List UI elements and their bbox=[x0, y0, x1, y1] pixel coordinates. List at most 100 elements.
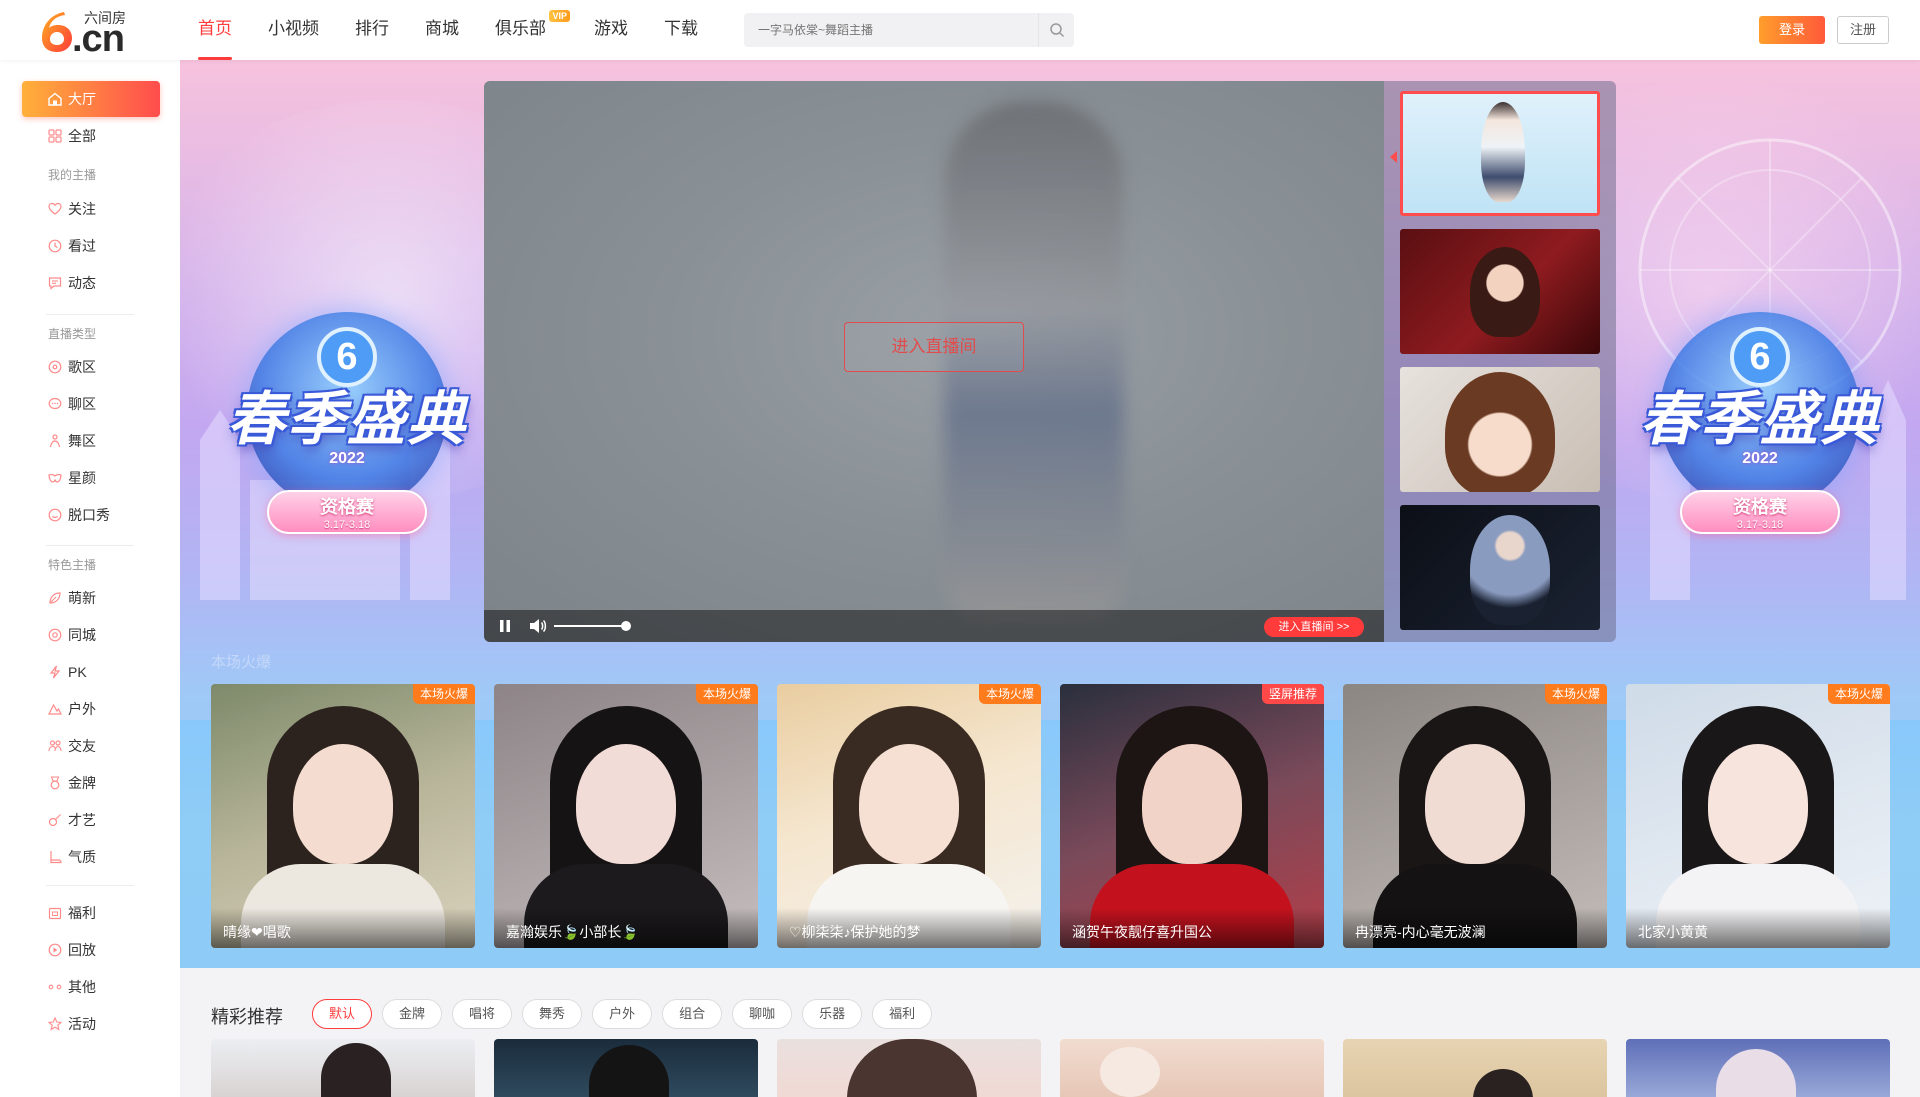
filter-tab-dance[interactable]: 舞秀 bbox=[522, 999, 583, 1029]
smile-icon bbox=[48, 508, 62, 522]
sidebar-item-newbie[interactable]: 萌新 bbox=[22, 580, 160, 616]
nav-mall[interactable]: 商城 bbox=[425, 0, 459, 60]
filter-tab-singer[interactable]: 唱将 bbox=[452, 999, 513, 1029]
anchor-card[interactable]: 竖屏推荐 涵贺午夜靓仔喜升国公 bbox=[1060, 684, 1324, 948]
chat-bubble-icon bbox=[48, 397, 62, 410]
anchor-name: 涵贺午夜靓仔喜升国公 bbox=[1060, 908, 1324, 948]
sidebar-item-label: 福利 bbox=[68, 905, 96, 921]
top-header: 六间房 .cn 首页 小视频 排行 商城 俱乐部 VIP 游戏 下载 登录 注册 bbox=[0, 0, 1920, 60]
live-thumbnail[interactable] bbox=[1400, 91, 1600, 216]
sidebar-item-label: 全部 bbox=[68, 128, 96, 144]
medal-icon bbox=[50, 776, 60, 790]
anchor-card[interactable]: 本场火爆 北家小黄黄 bbox=[1626, 684, 1890, 948]
sidebar-item-label: 脱口秀 bbox=[68, 507, 110, 523]
sidebar-item-all[interactable]: 全部 bbox=[22, 118, 160, 154]
nav-download[interactable]: 下载 bbox=[664, 0, 698, 60]
recommend-card[interactable] bbox=[1626, 1039, 1890, 1097]
live-video-player[interactable]: 进入直播间 进入直播间 >> bbox=[484, 81, 1384, 642]
volume-icon[interactable] bbox=[529, 618, 547, 634]
search-button[interactable] bbox=[1038, 13, 1074, 47]
calendar-icon bbox=[48, 907, 62, 920]
sidebar-item-other[interactable]: 其他 bbox=[22, 969, 160, 1005]
filter-tab-instrument[interactable]: 乐器 bbox=[802, 999, 863, 1029]
login-button[interactable]: 登录 bbox=[1759, 16, 1825, 44]
anchor-name: 嘉瀚娱乐🍃小部长🍃 bbox=[494, 908, 758, 948]
nav-home[interactable]: 首页 bbox=[198, 0, 232, 60]
hot-section-title: 本场火爆 bbox=[211, 654, 272, 671]
recommend-card[interactable] bbox=[777, 1039, 1041, 1097]
sidebar-section-my: 我的主播 bbox=[48, 168, 97, 182]
anchor-card[interactable]: 本场火爆 晴缘❤唱歌 bbox=[211, 684, 475, 948]
recommend-card[interactable] bbox=[1060, 1039, 1324, 1097]
sidebar-item-replay[interactable]: 回放 bbox=[22, 932, 160, 968]
filter-tab-outdoor[interactable]: 户外 bbox=[592, 999, 653, 1029]
nav-games[interactable]: 游戏 bbox=[594, 0, 628, 60]
friends-icon bbox=[48, 740, 62, 752]
pause-icon[interactable] bbox=[498, 619, 512, 633]
search-input[interactable] bbox=[744, 13, 1040, 47]
boot-icon bbox=[50, 851, 62, 864]
recommend-card[interactable] bbox=[494, 1039, 758, 1097]
anchor-card[interactable]: 本场火爆 冉漂亮-内心毫无波澜 bbox=[1343, 684, 1607, 948]
live-thumbnail[interactable] bbox=[1400, 229, 1600, 354]
clock-icon bbox=[48, 239, 62, 253]
leaf-icon bbox=[49, 592, 61, 604]
event-stage-pill: 资格赛 3.17-3.18 bbox=[1680, 490, 1840, 534]
recommend-card[interactable] bbox=[1343, 1039, 1607, 1097]
sidebar-item-label: 看过 bbox=[68, 238, 96, 254]
sidebar-item-label: 大厅 bbox=[68, 91, 96, 107]
replay-icon bbox=[48, 943, 62, 957]
mask-icon bbox=[48, 473, 62, 483]
event-badge-left[interactable]: 6 春季盛典 2022 资格赛 3.17-3.18 bbox=[212, 282, 482, 582]
sidebar-item-feed[interactable]: 动态 bbox=[22, 265, 160, 301]
sidebar-item-beauty[interactable]: 星颜 bbox=[22, 460, 160, 496]
event-badge-right[interactable]: 6 春季盛典 2022 资格赛 3.17-3.18 bbox=[1625, 282, 1895, 582]
sidebar-item-label: 歌区 bbox=[68, 359, 96, 375]
sidebar-item-elegance[interactable]: 气质 bbox=[22, 839, 160, 875]
sidebar-section-features: 特色主播 bbox=[48, 558, 97, 572]
live-thumbnail[interactable] bbox=[1400, 505, 1600, 630]
anchor-card[interactable]: 本场火爆 ♡柳柒柒♪保护她的梦 bbox=[777, 684, 1041, 948]
filter-tab-gold[interactable]: 金牌 bbox=[382, 999, 443, 1029]
volume-slider[interactable] bbox=[554, 625, 626, 627]
filter-tab-welfare[interactable]: 福利 bbox=[872, 999, 933, 1029]
register-button[interactable]: 注册 bbox=[1837, 16, 1889, 44]
sidebar-item-local[interactable]: 同城 bbox=[22, 617, 160, 653]
guitar-icon bbox=[48, 814, 61, 827]
live-thumbnail[interactable] bbox=[1400, 367, 1600, 492]
sidebar-item-hall[interactable]: 大厅 bbox=[22, 81, 160, 117]
anchor-name: 冉漂亮-内心毫无波澜 bbox=[1343, 908, 1607, 948]
site-logo[interactable]: 六间房 .cn bbox=[38, 8, 138, 58]
vip-badge: VIP bbox=[549, 10, 570, 22]
filter-tab-group[interactable]: 组合 bbox=[662, 999, 723, 1029]
sidebar-item-welfare[interactable]: 福利 bbox=[22, 895, 160, 931]
sidebar-item-outdoor[interactable]: 户外 bbox=[22, 691, 160, 727]
filter-tab-default[interactable]: 默认 bbox=[312, 999, 373, 1029]
sidebar-item-talkshow[interactable]: 脱口秀 bbox=[22, 497, 160, 533]
nav-club[interactable]: 俱乐部 VIP bbox=[495, 0, 570, 60]
enter-live-room-link[interactable]: 进入直播间 >> bbox=[1264, 617, 1364, 637]
sidebar-item-gold[interactable]: 金牌 bbox=[22, 765, 160, 801]
sidebar-item-talent[interactable]: 才艺 bbox=[22, 802, 160, 838]
enter-live-room-button[interactable]: 进入直播间 bbox=[844, 322, 1024, 372]
selected-thumbnail-indicator bbox=[1390, 151, 1397, 163]
sidebar-item-dance[interactable]: 舞区 bbox=[22, 423, 160, 459]
sidebar-item-chat[interactable]: 聊区 bbox=[22, 386, 160, 422]
recommend-card[interactable] bbox=[211, 1039, 475, 1097]
sidebar-item-social[interactable]: 交友 bbox=[22, 728, 160, 764]
sidebar-item-follow[interactable]: 关注 bbox=[22, 191, 160, 227]
sidebar-item-pk[interactable]: PK bbox=[22, 654, 160, 690]
filter-tab-chat[interactable]: 聊咖 bbox=[732, 999, 793, 1029]
volume-slider-handle[interactable] bbox=[621, 621, 631, 631]
sidebar-item-history[interactable]: 看过 bbox=[22, 228, 160, 264]
sidebar-item-events[interactable]: 活动 bbox=[22, 1006, 160, 1042]
nav-short-video[interactable]: 小视频 bbox=[268, 0, 319, 60]
anchor-name: ♡柳柒柒♪保护她的梦 bbox=[777, 908, 1041, 948]
nav-ranking[interactable]: 排行 bbox=[355, 0, 389, 60]
logo-cn: .cn bbox=[72, 18, 125, 60]
sidebar-item-label: 户外 bbox=[68, 701, 96, 717]
anchor-card[interactable]: 本场火爆 嘉瀚娱乐🍃小部长🍃 bbox=[494, 684, 758, 948]
sidebar-item-singing[interactable]: 歌区 bbox=[22, 349, 160, 385]
sidebar-item-label: 回放 bbox=[68, 942, 96, 958]
anchor-name: 晴缘❤唱歌 bbox=[211, 908, 475, 948]
